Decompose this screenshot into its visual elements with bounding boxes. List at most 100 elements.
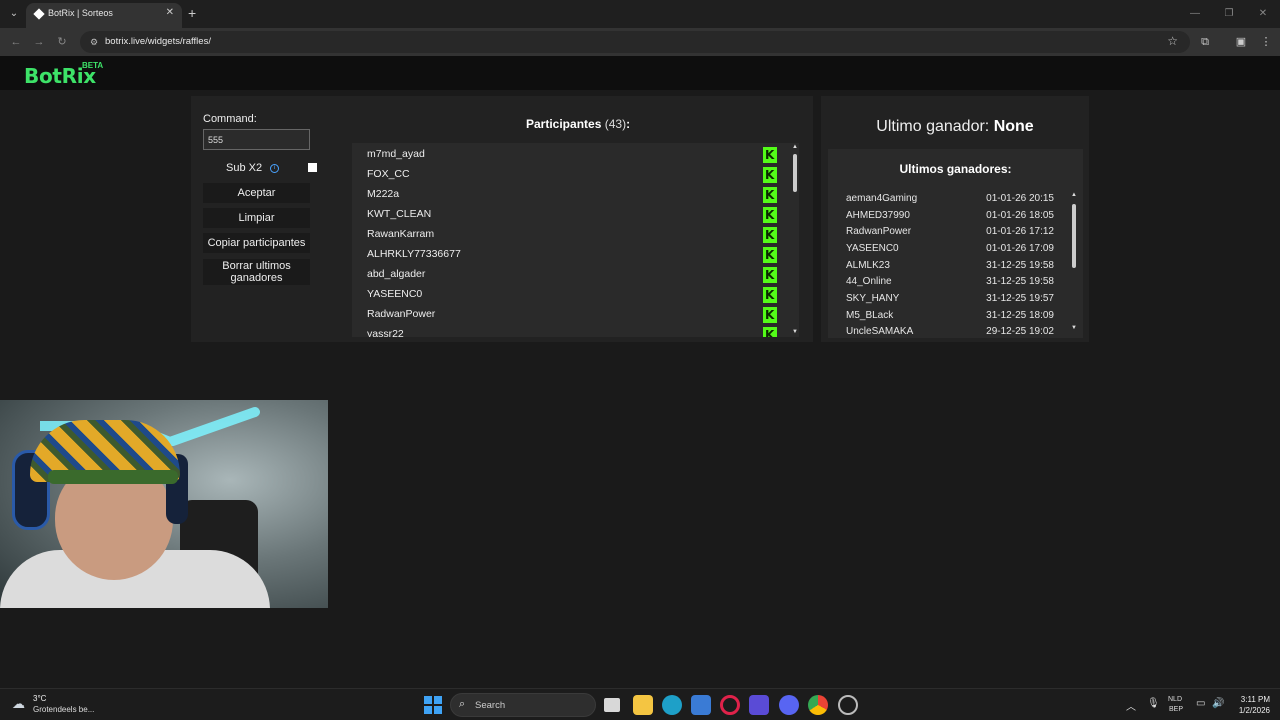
back-icon[interactable]: ← <box>8 34 24 50</box>
last-winner-label: Ultimo ganador: <box>876 118 990 135</box>
site-info-icon[interactable]: ⚙ <box>88 36 100 48</box>
command-input[interactable] <box>203 129 310 150</box>
weather-desc[interactable]: Grotendeels be... <box>33 705 94 714</box>
settings-app-icon[interactable] <box>838 695 858 715</box>
winner-date: 31-12-25 18:09 <box>986 310 1054 321</box>
scroll-up-icon[interactable]: ▲ <box>792 144 798 150</box>
url-text: botrix.live/widgets/raffles/ <box>105 36 211 47</box>
raffle-panel: Command: Sub X2 i Aceptar Limpiar Copiar… <box>191 96 813 342</box>
winner-name: RadwanPower <box>846 226 912 237</box>
participants-scrollbar[interactable]: ▲ ▼ <box>791 143 799 337</box>
menu-icon[interactable]: ⋮ <box>1258 34 1274 50</box>
participants-list[interactable]: m7md_ayad FOX_CC M222a KWT_CLEAN RawanKa… <box>352 143 799 337</box>
beta-badge: BETA <box>82 61 104 70</box>
chrome-icon[interactable] <box>808 695 828 715</box>
participant-name: RadwanPower <box>367 308 436 320</box>
extensions-icon[interactable]: ⧉ <box>1197 34 1213 50</box>
participant-name: YASEENC0 <box>367 288 423 300</box>
close-tab-icon[interactable]: ✕ <box>166 7 174 18</box>
winner-name: AHMED37990 <box>846 210 910 221</box>
winners-scrollbar[interactable]: ▲ ▼ <box>1070 191 1078 333</box>
participant-row: yassr22 <box>352 325 792 337</box>
restore-icon[interactable]: ❐ <box>1212 0 1246 28</box>
tray-chevron-icon[interactable]: ︿ <box>1126 698 1136 713</box>
scroll-thumb[interactable] <box>1072 204 1076 268</box>
address-bar[interactable]: ⚙ botrix.live/widgets/raffles/ ☆ <box>80 31 1190 53</box>
participant-name: m7md_ayad <box>367 148 425 160</box>
streaming-app-icon[interactable] <box>749 695 769 715</box>
participant-name: FOX_CC <box>367 168 410 180</box>
kick-icon <box>763 187 777 203</box>
forward-icon[interactable]: → <box>31 34 47 50</box>
window-controls: — ❐ ✕ <box>1178 0 1280 28</box>
participant-row: abd_algader <box>352 265 792 285</box>
reload-icon[interactable]: ↻ <box>54 34 70 50</box>
browser-toolbar: ← → ↻ ⚙ botrix.live/widgets/raffles/ ☆ ⧉… <box>0 28 1280 56</box>
participant-row: RadwanPower <box>352 305 792 325</box>
scroll-up-icon[interactable]: ▲ <box>1071 192 1077 198</box>
language-indicator-line2[interactable]: BEP <box>1169 706 1183 713</box>
command-label: Command: <box>203 113 257 125</box>
copy-participants-button[interactable]: Copiar participantes <box>203 233 310 253</box>
winner-name: ALMLK23 <box>846 260 890 271</box>
kick-icon <box>763 227 777 243</box>
volume-icon[interactable]: 🔊 <box>1212 698 1224 709</box>
tab-search-icon[interactable]: ⌄ <box>6 6 22 22</box>
minimize-icon[interactable]: — <box>1178 0 1212 28</box>
kick-icon <box>763 267 777 283</box>
bookmark-star-icon[interactable]: ☆ <box>1167 34 1178 48</box>
edge-icon[interactable] <box>662 695 682 715</box>
file-explorer-icon[interactable] <box>633 695 653 715</box>
accept-button[interactable]: Aceptar <box>203 183 310 203</box>
taskbar-search[interactable]: ⌕ Search <box>450 693 596 717</box>
kick-icon <box>763 147 777 163</box>
delete-winners-line2: ganadores <box>230 272 283 284</box>
task-view-icon[interactable] <box>604 698 620 712</box>
scroll-thumb[interactable] <box>793 154 797 192</box>
kick-icon <box>763 207 777 223</box>
store-icon[interactable] <box>691 695 711 715</box>
browser-tab[interactable]: BotRix | Sorteos ✕ <box>26 3 182 28</box>
last-winner: Ultimo ganador: None <box>821 118 1089 136</box>
winner-name: M5_BLack <box>846 310 894 321</box>
kick-icon <box>763 287 777 303</box>
winners-panel: Ultimo ganador: None Ultimos ganadores: … <box>821 96 1089 342</box>
winner-date: 31-12-25 19:58 <box>986 276 1054 287</box>
new-tab-icon[interactable]: + <box>188 5 196 21</box>
participants-title-colon: : <box>626 117 631 131</box>
discord-icon[interactable] <box>779 695 799 715</box>
subx2-checkbox[interactable] <box>308 163 317 172</box>
delete-winners-button[interactable]: Borrar ultimos ganadores <box>203 259 310 285</box>
winner-row: ALMLK23 31-12-25 19:58 <box>846 258 1071 274</box>
winner-date: 31-12-25 19:57 <box>986 293 1054 304</box>
kick-icon <box>763 327 777 337</box>
taskbar-clock[interactable]: 3:11 PM 1/2/2026 <box>1239 694 1270 716</box>
winner-name: SKY_HANY <box>846 293 900 304</box>
winners-list[interactable]: Ultimos ganadores: aeman4Gaming 01-01-26… <box>828 149 1083 338</box>
network-icon[interactable]: ▭ <box>1196 698 1205 709</box>
winner-name: 44_Online <box>846 276 892 287</box>
site-header: BotRix BETA <box>0 56 1280 90</box>
weather-cloud-icon[interactable]: ☁ <box>12 697 30 711</box>
info-icon[interactable]: i <box>270 164 279 173</box>
subx2-label: Sub X2 <box>226 162 263 174</box>
winner-name: UncleSAMAKA <box>846 326 914 337</box>
last-winner-value: None <box>993 118 1034 135</box>
winner-date: 29-12-25 19:02 <box>986 326 1054 337</box>
windows-start-icon[interactable] <box>424 696 442 714</box>
profile-icon[interactable]: ▣ <box>1233 34 1249 50</box>
language-indicator-line1[interactable]: NLD <box>1168 696 1182 703</box>
weather-temp[interactable]: 3°C <box>33 694 46 703</box>
close-window-icon[interactable]: ✕ <box>1246 0 1280 28</box>
opera-icon[interactable] <box>720 695 740 715</box>
clear-button[interactable]: Limpiar <box>203 208 310 228</box>
webcam-overlay <box>0 400 328 608</box>
winner-name: aeman4Gaming <box>846 193 918 204</box>
winner-row: SKY_HANY 31-12-25 19:57 <box>846 291 1071 307</box>
participant-row: m7md_ayad <box>352 145 792 165</box>
scroll-down-icon[interactable]: ▼ <box>1071 325 1077 331</box>
scroll-down-icon[interactable]: ▼ <box>792 329 798 335</box>
microphone-icon[interactable]: 🎙 <box>1147 698 1160 709</box>
participant-row: KWT_CLEAN <box>352 205 792 225</box>
search-placeholder: Search <box>475 700 506 711</box>
